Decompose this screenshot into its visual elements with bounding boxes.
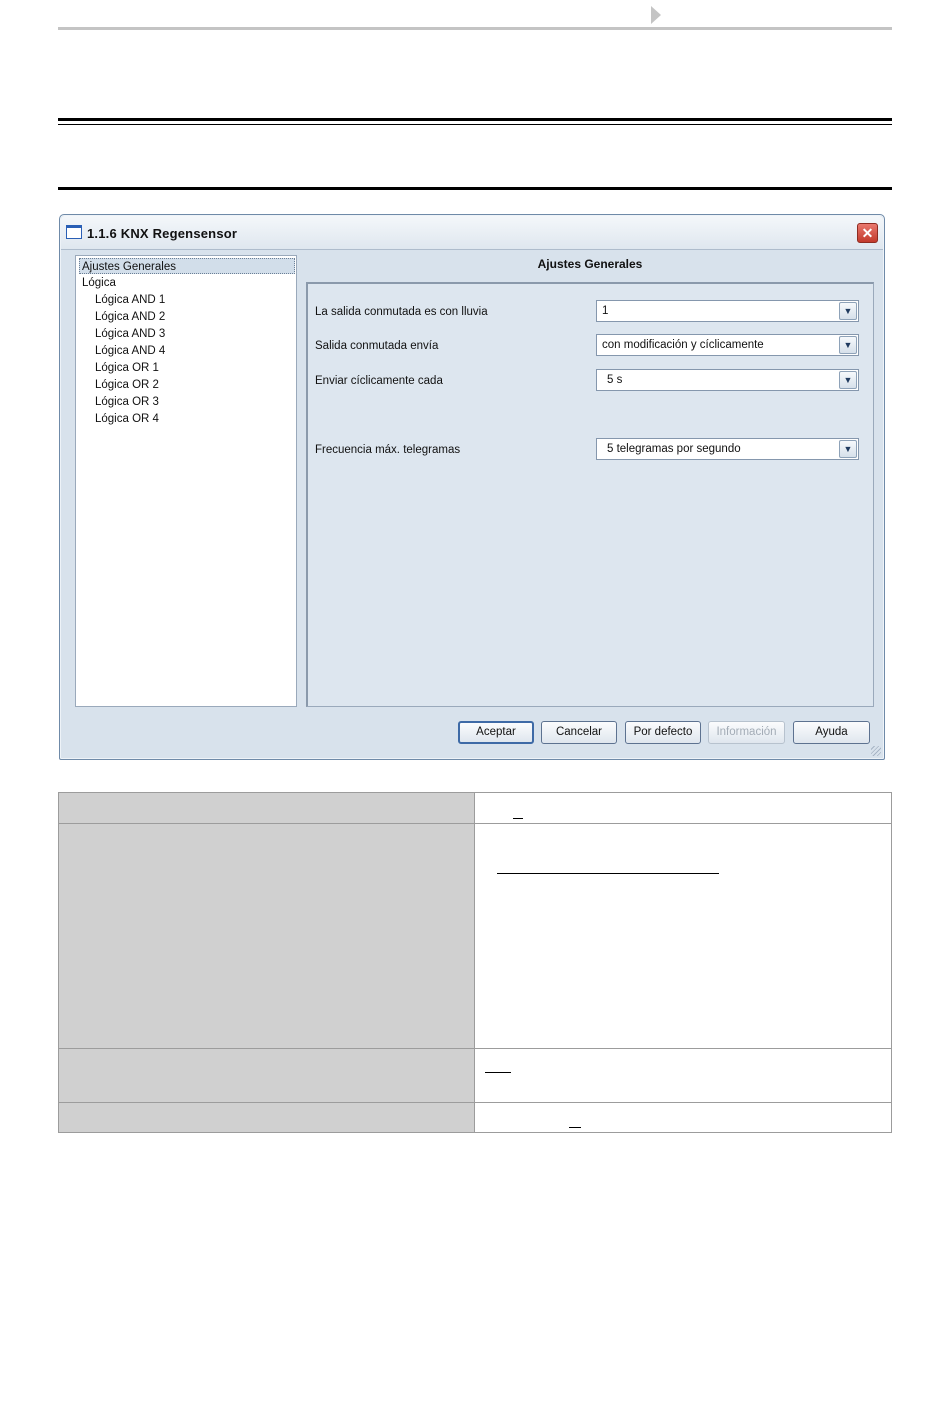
- tree-item-label: Ajustes Generales: [82, 261, 176, 273]
- chevron-down-icon[interactable]: ▼: [839, 371, 857, 389]
- resize-grip-icon[interactable]: [871, 746, 881, 756]
- chevron-down-icon[interactable]: ▼: [839, 336, 857, 354]
- select-salida-lluvia[interactable]: 1 ▼: [596, 300, 859, 322]
- navigation-tree: Ajustes Generales Lógica Lógica AND 1 Ló…: [75, 255, 297, 707]
- tree-item-logica[interactable]: Lógica: [82, 275, 116, 291]
- tree-item-logica-and-4[interactable]: Lógica AND 4: [95, 343, 165, 359]
- defaults-button[interactable]: Por defecto: [625, 721, 701, 744]
- table-cell-value: [475, 1103, 891, 1132]
- param-label-enviar-ciclicamente: Enviar cíclicamente cada: [315, 375, 443, 387]
- param-label-frecuencia: Frecuencia máx. telegramas: [315, 444, 461, 456]
- table-row: [59, 1103, 891, 1132]
- accept-button[interactable]: Aceptar: [458, 721, 534, 744]
- chevron-down-icon[interactable]: ▼: [839, 302, 857, 320]
- help-button[interactable]: Ayuda: [793, 721, 870, 744]
- window-icon: [66, 225, 82, 239]
- header-rule: [58, 27, 892, 30]
- table-cell-label: [59, 1103, 475, 1132]
- close-icon: ✕: [861, 225, 874, 241]
- select-value: 5 telegramas por segundo: [607, 443, 741, 455]
- parameter-panel: La salida conmutada es con lluvia 1 ▼ Sa…: [306, 282, 874, 707]
- select-value: con modificación y cíclicamente: [602, 339, 764, 351]
- underline-mark: [485, 1072, 511, 1073]
- tree-item-logica-or-4[interactable]: Lógica OR 4: [95, 411, 159, 427]
- select-value: 5 s: [607, 374, 623, 386]
- window-title: 1.1.6 KNX Regensensor: [87, 226, 238, 241]
- select-enviar-ciclicamente[interactable]: 5 s ▼: [596, 369, 859, 391]
- select-frecuencia[interactable]: 5 telegramas por segundo ▼: [596, 438, 859, 460]
- title-bar[interactable]: 1.1.6 KNX Regensensor ✕: [61, 216, 883, 250]
- chevron-down-icon[interactable]: ▼: [839, 440, 857, 458]
- underline-mark: [513, 818, 523, 819]
- tree-item-logica-or-3[interactable]: Lógica OR 3: [95, 394, 159, 410]
- underline-mark: [497, 873, 719, 874]
- table-cell-value: [475, 824, 891, 1048]
- section-double-rule: [58, 118, 892, 125]
- table-cell-value: [475, 793, 891, 823]
- param-label-salida-envia: Salida conmutada envía: [315, 340, 439, 352]
- table-row: [59, 793, 891, 824]
- tree-item-ajustes-generales[interactable]: Ajustes Generales: [79, 258, 295, 274]
- table-cell-label: [59, 793, 475, 823]
- panel-title: Ajustes Generales: [537, 257, 643, 271]
- select-salida-envia[interactable]: con modificación y cíclicamente ▼: [596, 334, 859, 356]
- underline-mark: [569, 1127, 581, 1128]
- tree-item-logica-or-2[interactable]: Lógica OR 2: [95, 377, 159, 393]
- tree-item-logica-and-2[interactable]: Lógica AND 2: [95, 309, 165, 325]
- page-arrow-icon: [651, 6, 661, 24]
- table-cell-label: [59, 1049, 475, 1102]
- section-rule: [58, 187, 892, 190]
- tree-item-logica-or-1[interactable]: Lógica OR 1: [95, 360, 159, 376]
- table-cell-label: [59, 824, 475, 1048]
- cancel-button[interactable]: Cancelar: [541, 721, 617, 744]
- close-button[interactable]: ✕: [857, 223, 878, 243]
- dialog-window: 1.1.6 KNX Regensensor ✕ Ajustes Generale…: [59, 214, 885, 760]
- table-cell-value: [475, 1049, 891, 1102]
- table-row: [59, 824, 891, 1049]
- info-button: Información: [708, 721, 785, 744]
- param-label-salida-lluvia: La salida conmutada es con lluvia: [315, 306, 488, 318]
- tree-item-logica-and-1[interactable]: Lógica AND 1: [95, 292, 165, 308]
- table-row: [59, 1049, 891, 1103]
- tree-item-logica-and-3[interactable]: Lógica AND 3: [95, 326, 165, 342]
- select-value: 1: [602, 305, 609, 317]
- parameter-table: [58, 792, 892, 1133]
